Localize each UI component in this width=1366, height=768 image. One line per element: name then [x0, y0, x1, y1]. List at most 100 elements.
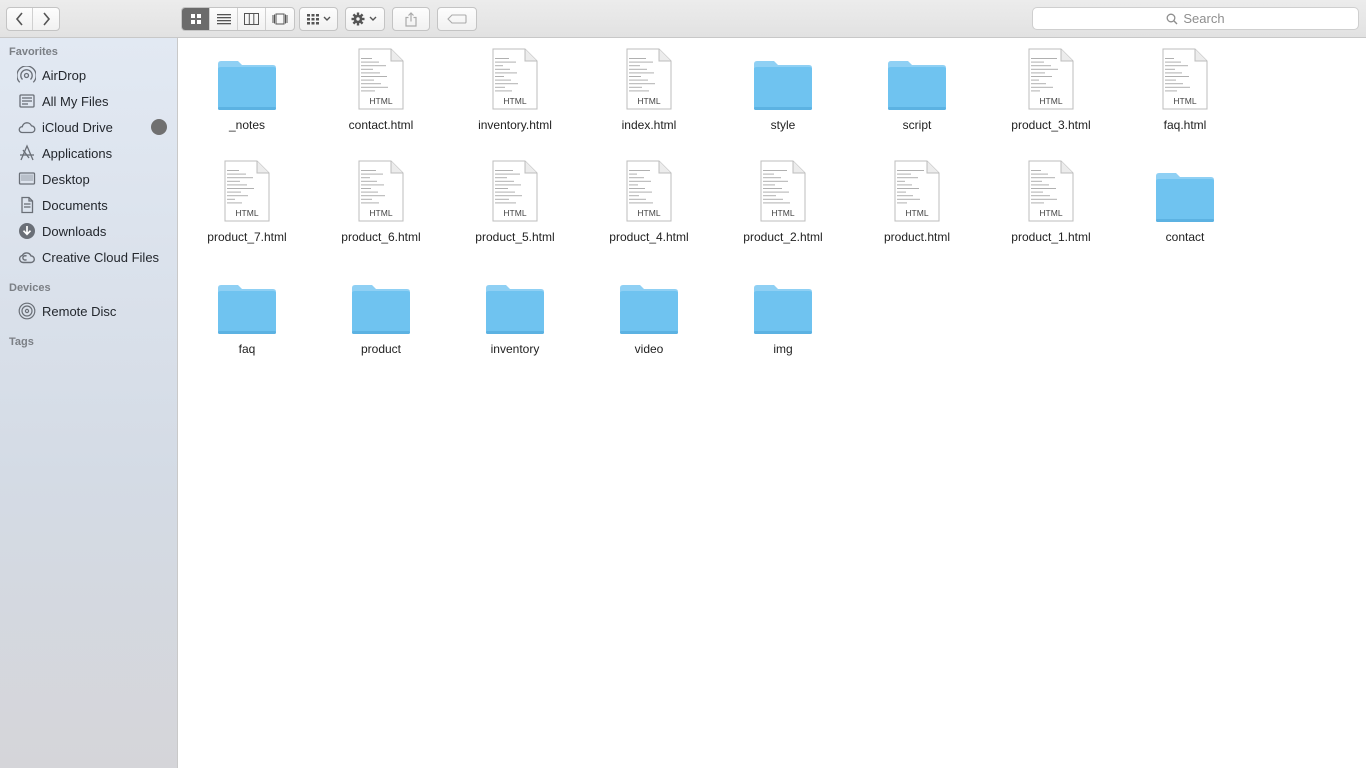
sidebar-item-label: Documents	[42, 197, 108, 213]
svg-text:HTML: HTML	[503, 208, 526, 218]
sidebar-item-label: AirDrop	[42, 67, 87, 83]
airdrop-icon	[17, 65, 36, 85]
share-icon	[405, 11, 417, 27]
file-name-label: style	[770, 118, 796, 132]
svg-text:HTML: HTML	[1173, 96, 1196, 106]
navigation-buttons	[6, 7, 60, 31]
folder-icon	[351, 272, 411, 334]
gear-icon	[351, 12, 377, 26]
folder-icon	[619, 272, 679, 334]
svg-text:HTML: HTML	[369, 96, 392, 106]
sidebar-item-desktop[interactable]: Desktop	[0, 167, 177, 191]
html-document-icon: HTML	[1155, 48, 1215, 110]
file-name-label: product_5.html	[475, 230, 555, 244]
file-name-label: product.html	[883, 230, 951, 244]
creative-cloud-icon	[17, 248, 36, 267]
file-name-label: video	[634, 342, 664, 356]
forward-button[interactable]	[33, 8, 59, 30]
folder-item[interactable]: style	[716, 40, 850, 152]
html-document-icon: HTML	[485, 48, 545, 110]
file-name-label: product_7.html	[207, 230, 287, 244]
file-name-label: _notes	[228, 118, 266, 132]
file-name-label: product_1.html	[1011, 230, 1091, 244]
svg-text:HTML: HTML	[637, 208, 660, 218]
view-mode-selector	[181, 7, 295, 31]
file-name-label: index.html	[621, 118, 677, 132]
chevron-right-icon	[43, 12, 51, 26]
folder-item[interactable]: faq	[180, 264, 314, 376]
file-item[interactable]: HTML product_1.html	[984, 152, 1118, 264]
edit-tags-button[interactable]	[437, 7, 477, 31]
folder-item[interactable]: inventory	[448, 264, 582, 376]
folder-item[interactable]: video	[582, 264, 716, 376]
sidebar-item-downloads[interactable]: Downloads	[0, 219, 177, 243]
file-item[interactable]: HTML inventory.html	[448, 40, 582, 152]
folder-icon	[217, 48, 277, 110]
html-document-icon: HTML	[753, 160, 813, 222]
file-item[interactable]: HTML product_6.html	[314, 152, 448, 264]
file-name-label: contact	[1165, 230, 1205, 244]
svg-text:HTML: HTML	[771, 208, 794, 218]
file-item[interactable]: HTML index.html	[582, 40, 716, 152]
sidebar-item-applications[interactable]: Applications	[0, 141, 177, 165]
sidebar-item-label: Downloads	[42, 223, 107, 239]
sidebar-item-creative-cloud-files[interactable]: Creative Cloud Files	[0, 245, 177, 269]
file-item[interactable]: HTML product.html	[850, 152, 984, 264]
sidebar-item-icloud-drive[interactable]: iCloud Drive	[0, 115, 177, 139]
html-document-icon: HTML	[887, 160, 947, 222]
sidebar-item-documents[interactable]: Documents	[0, 193, 177, 217]
group-by-icon	[306, 14, 330, 25]
cover-flow-view-icon	[272, 13, 288, 25]
tag-icon	[447, 14, 467, 24]
column-view-button[interactable]	[238, 8, 266, 30]
sidebar-item-airdrop[interactable]: AirDrop	[0, 63, 177, 87]
sidebar-item-label: Remote Disc	[42, 303, 117, 319]
file-item[interactable]: HTML product_5.html	[448, 152, 582, 264]
html-document-icon: HTML	[485, 160, 545, 222]
folder-item[interactable]: product	[314, 264, 448, 376]
folder-item[interactable]: img	[716, 264, 850, 376]
icon-view-button[interactable]	[182, 8, 210, 30]
list-view-button[interactable]	[210, 8, 238, 30]
file-name-label: product_6.html	[341, 230, 421, 244]
group-by-button[interactable]	[299, 7, 338, 31]
file-item[interactable]: HTML product_2.html	[716, 152, 850, 264]
folder-item[interactable]: contact	[1118, 152, 1252, 264]
html-document-icon: HTML	[1021, 48, 1081, 110]
cover-flow-view-button[interactable]	[266, 8, 294, 30]
downloads-icon	[17, 222, 36, 241]
sidebar-section-favorites: Favorites	[9, 46, 58, 58]
sidebar-item-remote-disc[interactable]: Remote Disc	[0, 299, 177, 323]
sidebar-item-label: Creative Cloud Files	[42, 249, 160, 265]
html-document-icon: HTML	[351, 48, 411, 110]
file-item[interactable]: HTML faq.html	[1118, 40, 1252, 152]
sidebar-section-tags: Tags	[9, 336, 34, 348]
file-item[interactable]: HTML contact.html	[314, 40, 448, 152]
folder-item[interactable]: _notes	[180, 40, 314, 152]
folder-icon	[753, 48, 813, 110]
sidebar-item-label: All My Files	[42, 93, 109, 109]
file-name-label: product_3.html	[1011, 118, 1091, 132]
column-view-icon	[244, 13, 259, 25]
file-item[interactable]: HTML product_3.html	[984, 40, 1118, 152]
folder-icon	[753, 272, 813, 334]
html-document-icon: HTML	[351, 160, 411, 222]
sidebar-item-all-my-files[interactable]: All My Files	[0, 89, 177, 113]
back-button[interactable]	[7, 8, 34, 30]
file-name-label: contact.html	[348, 118, 414, 132]
svg-text:HTML: HTML	[905, 208, 928, 218]
file-name-label: inventory	[490, 342, 540, 356]
folder-icon	[887, 48, 947, 110]
share-button[interactable]	[392, 7, 430, 31]
folder-item[interactable]: script	[850, 40, 984, 152]
action-button[interactable]	[345, 7, 385, 31]
file-item[interactable]: HTML product_7.html	[180, 152, 314, 264]
file-name-label: img	[773, 342, 793, 356]
file-item[interactable]: HTML product_4.html	[582, 152, 716, 264]
svg-text:HTML: HTML	[1039, 208, 1062, 218]
file-name-label: script	[902, 118, 932, 132]
html-document-icon: HTML	[619, 48, 679, 110]
search-field[interactable]: Search	[1032, 7, 1359, 30]
file-name-label: inventory.html	[478, 118, 552, 132]
folder-icon	[1155, 160, 1215, 222]
